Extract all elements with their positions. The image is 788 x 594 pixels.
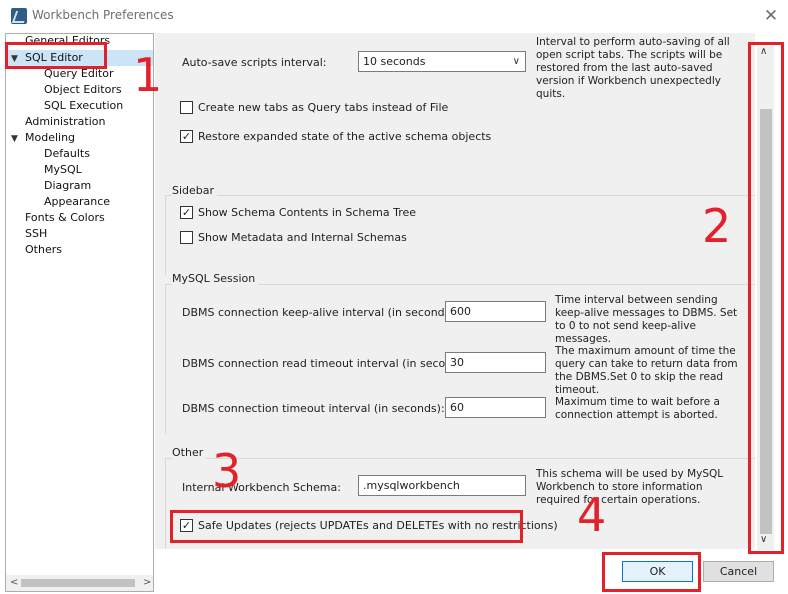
window-title: Workbench Preferences (32, 8, 174, 22)
sidebar-item-appearance[interactable]: Appearance (44, 194, 110, 210)
sidebar-item-modeling[interactable]: ▼ Modeling (11, 130, 75, 146)
sidebar-item-administration[interactable]: Administration (25, 114, 106, 130)
connection-timeout-description: Maximum time to wait before a connection… (555, 396, 720, 421)
annotation-box-1 (5, 42, 107, 69)
annotation-box-3 (170, 510, 523, 543)
restore-schema-label: Restore expanded state of the active sch… (198, 130, 492, 143)
scroll-right-icon[interactable]: > (143, 575, 151, 591)
annotation-number-2: 2 (702, 199, 732, 253)
annotation-box-4 (602, 552, 701, 592)
annotation-number-4: 4 (577, 488, 607, 542)
keepalive-description: Time interval between sending keep-alive… (555, 294, 738, 345)
scroll-left-icon[interactable]: < (10, 575, 18, 591)
settings-panel: Auto-save scripts interval: 10 seconds ∨… (155, 33, 755, 549)
workbench-logo-icon (11, 8, 27, 24)
restore-schema-checkbox[interactable]: ✓ (180, 130, 193, 143)
new-tabs-query-checkbox[interactable] (180, 101, 193, 114)
sidebar-group-title: Sidebar (172, 184, 218, 197)
sidebar-item-mysql[interactable]: MySQL (44, 162, 82, 178)
read-timeout-description: The maximum amount of time the query can… (555, 345, 738, 396)
mysql-session-group-title: MySQL Session (172, 272, 259, 285)
internal-schema-label: Internal Workbench Schema: (182, 481, 341, 494)
connection-timeout-input[interactable]: 60 (445, 397, 546, 418)
other-group-title: Other (172, 446, 207, 459)
keepalive-label: DBMS connection keep-alive interval (in … (182, 306, 459, 319)
cancel-button[interactable]: Cancel (703, 561, 774, 582)
annotation-number-3: 3 (212, 444, 242, 498)
annotation-box-2 (748, 42, 784, 554)
sidebar-item-others[interactable]: Others (25, 242, 62, 258)
autosave-interval-select[interactable]: 10 seconds ∨ (358, 51, 526, 72)
preferences-tree: General Editors ▼ SQL Editor Query Editor… (5, 33, 154, 592)
scroll-thumb[interactable] (21, 579, 135, 587)
autosave-label: Auto-save scripts interval: (182, 56, 327, 69)
autosave-description: Interval to perform auto-saving of all o… (536, 36, 730, 100)
keepalive-input[interactable]: 600 (445, 301, 546, 322)
show-metadata-label: Show Metadata and Internal Schemas (198, 231, 407, 244)
close-icon[interactable]: ✕ (760, 5, 782, 27)
sidebar-item-object-editors[interactable]: Object Editors (44, 82, 122, 98)
chevron-down-icon: ∨ (512, 56, 520, 67)
autosave-interval-value: 10 seconds (363, 55, 426, 68)
new-tabs-query-label: Create new tabs as Query tabs instead of… (198, 101, 449, 114)
sidebar-item-diagram[interactable]: Diagram (44, 178, 91, 194)
show-schema-contents-label: Show Schema Contents in Schema Tree (198, 206, 417, 219)
internal-schema-input[interactable]: .mysqlworkbench (358, 475, 526, 496)
show-schema-contents-checkbox[interactable]: ✓ (180, 206, 193, 219)
show-metadata-checkbox[interactable] (180, 231, 193, 244)
sidebar-item-fonts-colors[interactable]: Fonts & Colors (25, 210, 105, 226)
sidebar-item-sql-execution[interactable]: SQL Execution (44, 98, 123, 114)
sidebar-item-defaults[interactable]: Defaults (44, 146, 90, 162)
read-timeout-input[interactable]: 30 (445, 352, 546, 373)
title-bar: Workbench Preferences ✕ (0, 0, 788, 32)
internal-schema-description: This schema will be used by MySQL Workbe… (536, 468, 724, 506)
read-timeout-label: DBMS connection read timeout interval (i… (182, 357, 473, 370)
sidebar-horizontal-scrollbar[interactable]: < > (6, 575, 153, 591)
expand-triangle-icon[interactable]: ▼ (11, 131, 23, 147)
sidebar-item-ssh[interactable]: SSH (25, 226, 47, 242)
connection-timeout-label: DBMS connection timeout interval (in sec… (182, 402, 445, 415)
annotation-number-1: 1 (133, 48, 163, 102)
